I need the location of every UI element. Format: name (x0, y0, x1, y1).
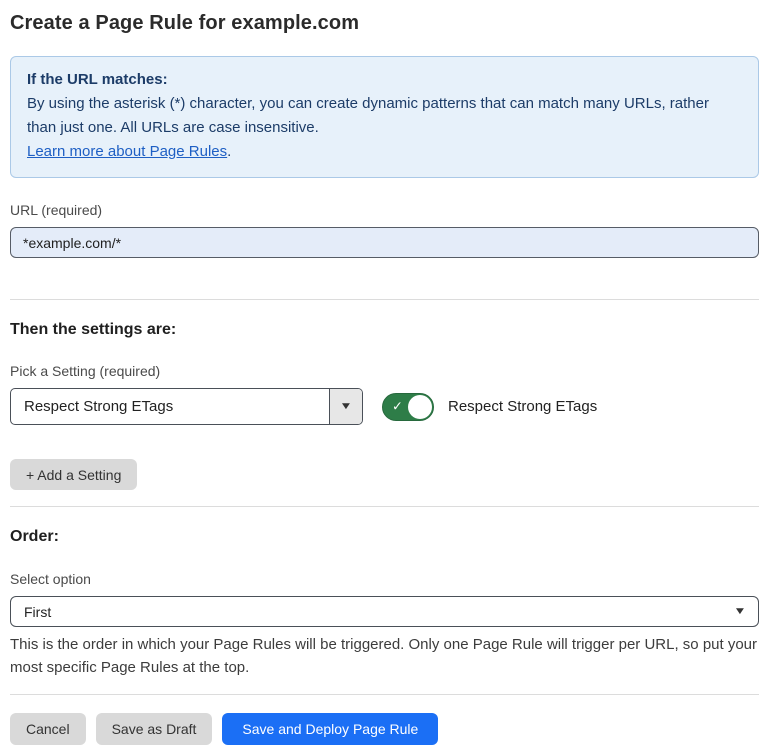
add-setting-button[interactable]: + Add a Setting (10, 459, 137, 490)
setting-row: Respect Strong ETags ▼ ✓ Respect Strong … (10, 388, 759, 425)
respect-strong-etags-toggle[interactable]: ✓ (382, 393, 434, 421)
learn-more-link[interactable]: Learn more about Page Rules (27, 143, 227, 160)
setting-select-value: Respect Strong ETags (11, 389, 329, 424)
section-divider (10, 299, 759, 300)
settings-section-heading: Then the settings are: (10, 321, 759, 339)
order-select[interactable]: First ▼ (10, 596, 759, 627)
create-page-rule-panel: Create a Page Rule for example.com If th… (0, 12, 769, 745)
info-box-body: By using the asterisk (*) character, you… (27, 92, 742, 164)
setting-select-arrow-button[interactable]: ▼ (329, 389, 362, 424)
check-icon: ✓ (392, 398, 403, 414)
chevron-down-icon: ▼ (339, 402, 352, 412)
url-matches-info-box: If the URL matches: By using the asteris… (10, 56, 759, 178)
order-section-heading: Order: (10, 528, 759, 546)
url-input[interactable] (10, 227, 759, 258)
order-help-text: This is the order in which your Page Rul… (10, 633, 759, 679)
toggle-label: Respect Strong ETags (448, 398, 597, 415)
section-divider (10, 506, 759, 507)
footer-divider (10, 694, 759, 695)
page-title: Create a Page Rule for example.com (10, 12, 759, 35)
pick-setting-label: Pick a Setting (required) (10, 363, 759, 379)
setting-select[interactable]: Respect Strong ETags ▼ (10, 388, 363, 425)
url-field-label: URL (required) (10, 202, 759, 218)
info-box-heading: If the URL matches: (27, 68, 742, 92)
info-box-body-text: By using the asterisk (*) character, you… (27, 95, 709, 136)
order-select-label: Select option (10, 571, 759, 587)
order-select-value: First (24, 604, 51, 620)
chevron-down-icon: ▼ (733, 607, 746, 617)
link-period: . (227, 143, 231, 160)
toggle-knob (408, 395, 432, 419)
